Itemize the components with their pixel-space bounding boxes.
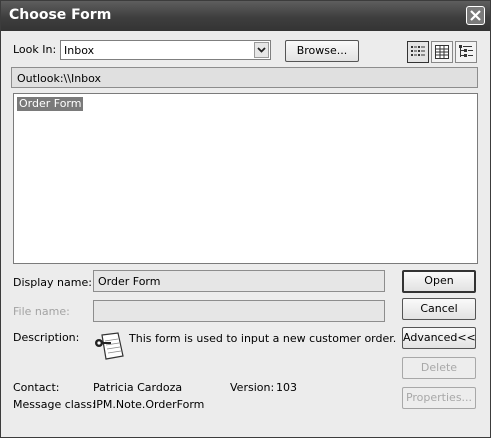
cancel-button[interactable]: Cancel (402, 298, 476, 320)
list-item[interactable]: Order Form (17, 97, 84, 111)
contact-label: Contact: (13, 381, 60, 394)
title-bar[interactable]: Choose Form (1, 1, 490, 31)
file-name-label: File name: (13, 305, 70, 318)
tree-view-icon (459, 45, 473, 57)
chevron-down-icon (257, 47, 266, 53)
contact-value: Patricia Cardoza (93, 381, 183, 394)
display-name-field[interactable]: Order Form (93, 270, 385, 292)
message-class-label: Message class: (13, 398, 96, 411)
advanced-button[interactable]: Advanced<< (402, 327, 476, 349)
open-button[interactable]: Open (402, 270, 476, 293)
close-icon (470, 10, 481, 21)
properties-button[interactable]: Properties... (402, 387, 476, 409)
display-name-value: Order Form (98, 275, 161, 288)
look-in-dropdown[interactable]: Inbox (60, 40, 271, 60)
file-name-field (93, 300, 385, 322)
close-button[interactable] (466, 6, 485, 25)
folder-path: Outlook:\\Inbox (17, 72, 102, 85)
delete-button[interactable]: Delete (402, 357, 476, 379)
look-in-label: Look In: (13, 43, 57, 56)
version-value: 103 (276, 381, 297, 394)
choose-form-dialog: Choose Form Look In: Inbox Browse... Out… (0, 0, 491, 438)
description-text: This form is used to input a new custome… (129, 332, 397, 345)
version-label: Version: (230, 381, 275, 394)
folder-path-bar: Outlook:\\Inbox (11, 67, 478, 88)
list-view-icon (411, 46, 425, 56)
details-view-icon (435, 45, 449, 59)
forms-list[interactable]: Order Form (13, 93, 478, 264)
details-view-button[interactable] (431, 41, 453, 63)
list-view-button[interactable] (407, 41, 429, 63)
browse-button[interactable]: Browse... (285, 40, 359, 62)
form-icon (95, 332, 124, 360)
display-name-label: Display name: (13, 276, 92, 289)
dialog-title: Choose Form (9, 7, 112, 23)
look-in-dropdown-button[interactable] (254, 42, 269, 58)
message-class-value: IPM.Note.OrderForm (93, 398, 205, 411)
description-label: Description: (13, 331, 80, 344)
look-in-value: Inbox (64, 44, 95, 57)
tree-view-button[interactable] (455, 41, 477, 63)
